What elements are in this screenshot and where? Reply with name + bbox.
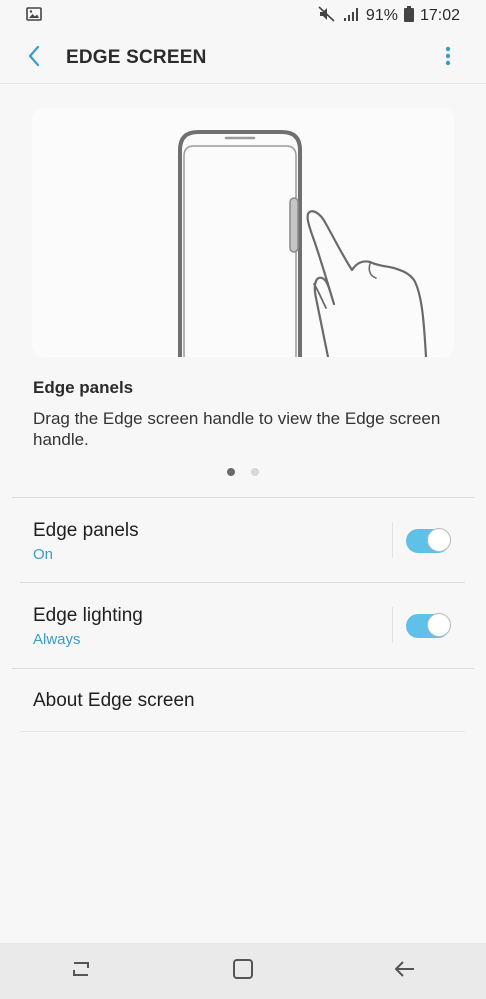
home-icon bbox=[232, 958, 254, 985]
more-options-button[interactable] bbox=[436, 44, 460, 72]
row-divider bbox=[20, 731, 465, 732]
nav-back-icon bbox=[394, 960, 416, 983]
row-separator bbox=[392, 607, 393, 643]
more-vert-icon bbox=[445, 46, 451, 71]
status-bar: 91% 17:02 bbox=[0, 0, 486, 32]
card-title: Edge panels bbox=[33, 378, 134, 397]
app-bar: EDGE SCREEN bbox=[0, 32, 486, 84]
edge-panels-toggle[interactable] bbox=[406, 528, 451, 553]
nav-back-button[interactable] bbox=[385, 951, 425, 991]
edge-lighting-toggle[interactable] bbox=[406, 613, 451, 638]
toggle-knob bbox=[427, 528, 451, 552]
navigation-bar bbox=[0, 943, 486, 999]
image-icon bbox=[26, 6, 42, 27]
setting-subtitle: On bbox=[33, 546, 54, 563]
signal-icon bbox=[342, 6, 360, 27]
toggle-knob bbox=[427, 613, 451, 637]
page-dot-active[interactable] bbox=[227, 468, 235, 476]
battery-percent: 91% bbox=[365, 7, 398, 24]
home-button[interactable] bbox=[223, 951, 263, 991]
back-arrow-icon bbox=[27, 45, 41, 72]
recents-icon bbox=[70, 960, 92, 983]
clock: 17:02 bbox=[419, 7, 460, 24]
back-button[interactable] bbox=[20, 44, 48, 72]
setting-row-edge-lighting[interactable]: Edge lighting Always bbox=[0, 583, 486, 667]
card-description: Drag the Edge screen handle to view the … bbox=[33, 409, 441, 449]
page-title: EDGE SCREEN bbox=[66, 47, 207, 68]
battery-icon bbox=[403, 5, 414, 27]
status-right: 91% 17:02 bbox=[318, 5, 460, 27]
page-indicator bbox=[0, 468, 486, 476]
setting-row-edge-panels[interactable]: Edge panels On bbox=[0, 498, 486, 582]
setting-title: Edge panels bbox=[33, 520, 139, 541]
edge-illustration bbox=[32, 108, 454, 359]
mute-icon bbox=[318, 5, 336, 27]
setting-title: About Edge screen bbox=[33, 690, 195, 711]
page-dot[interactable] bbox=[251, 468, 259, 476]
row-separator bbox=[392, 522, 393, 558]
setting-row-about[interactable]: About Edge screen bbox=[0, 669, 486, 731]
setting-title: Edge lighting bbox=[33, 605, 143, 626]
setting-subtitle: Always bbox=[33, 631, 81, 648]
recents-button[interactable] bbox=[61, 951, 101, 991]
